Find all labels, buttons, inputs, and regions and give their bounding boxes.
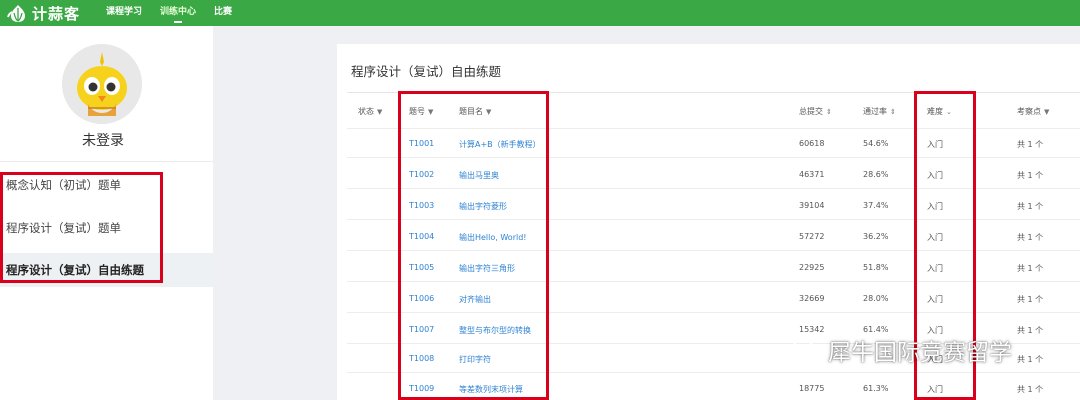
difficulty-value: 入门 <box>927 264 943 273</box>
pass-rate-value: 28.0% <box>863 294 889 303</box>
points-value[interactable]: 共 1 个 <box>1017 139 1043 150</box>
submissions-value: 18775 <box>799 384 825 393</box>
difficulty-value: 入门 <box>927 202 943 211</box>
points-value[interactable]: 共 1 个 <box>1017 201 1043 212</box>
sidebar-item-program-list[interactable]: 程序设计（复试）题单 <box>0 211 213 245</box>
problem-name-link[interactable]: 输出马里奥 <box>459 170 499 181</box>
title-divider <box>347 92 1080 93</box>
row-divider <box>347 372 1080 373</box>
column-label: 通过率 <box>863 107 887 116</box>
caret-down-icon: ▼ <box>428 108 434 116</box>
sidebar: 未登录 概念认知（初试）题单 程序设计（复试）题单 程序设计（复试）自由练题 <box>0 26 213 400</box>
problem-id-link[interactable]: T1007 <box>409 325 434 334</box>
header-divider <box>347 128 1080 129</box>
watermark-text: 犀牛国际竞赛留学 <box>828 340 1012 366</box>
caret-down-icon: ▼ <box>486 108 492 116</box>
column-header-submissions[interactable]: 总提交 ⇕ <box>799 106 832 117</box>
pass-rate-value: 61.3% <box>863 384 889 393</box>
pass-rate-value: 28.6% <box>863 170 889 179</box>
column-header-name[interactable]: 题目名 ▼ <box>459 106 491 117</box>
submissions-value: 57272 <box>799 232 825 241</box>
pass-rate-value: 37.4% <box>863 201 889 210</box>
sidebar-divider <box>0 161 213 162</box>
sidebar-item-free-practice[interactable]: 程序设计（复试）自由练题 <box>0 253 213 287</box>
column-header-id[interactable]: 题号 ▼ <box>409 106 433 117</box>
sidebar-item-concept-list[interactable]: 概念认知（初试）题单 <box>0 168 213 202</box>
column-label: 题号 <box>409 107 425 116</box>
problem-name-link[interactable]: 对齐输出 <box>459 294 491 305</box>
column-header-status[interactable]: 状态 ▼ <box>358 106 382 117</box>
row-divider <box>347 188 1080 189</box>
problem-id-link[interactable]: T1002 <box>409 170 434 179</box>
sort-icon: ⇕ <box>890 108 896 116</box>
points-value[interactable]: 共 1 个 <box>1017 232 1043 243</box>
problem-name-link[interactable]: 输出字符三角形 <box>459 263 515 274</box>
problem-id-link[interactable]: T1005 <box>409 263 434 272</box>
problem-id-link[interactable]: T1009 <box>409 384 434 393</box>
column-header-points[interactable]: 考察点 ▼ <box>1017 106 1049 117</box>
points-value[interactable]: 共 1 个 <box>1017 294 1043 305</box>
nav-item-contest[interactable]: 比赛 <box>214 0 232 26</box>
caret-down-icon: ▼ <box>1044 108 1050 116</box>
main-nav: 课程学习 训练中心 比赛 <box>106 0 250 26</box>
problem-id-link[interactable]: T1003 <box>409 201 434 210</box>
submissions-value: 32669 <box>799 294 825 303</box>
submissions-value: 22925 <box>799 263 825 272</box>
problem-name-link[interactable]: 打印字符 <box>459 354 491 365</box>
top-nav-bar: 计蒜客 课程学习 训练中心 比赛 <box>0 0 1080 26</box>
problem-id-link[interactable]: T1008 <box>409 354 434 363</box>
points-value[interactable]: 共 1 个 <box>1017 325 1043 336</box>
problem-id-link[interactable]: T1006 <box>409 294 434 303</box>
problem-name-link[interactable]: 整型与布尔型的转换 <box>459 325 531 336</box>
difficulty-value: 入门 <box>927 385 943 394</box>
pass-rate-value: 54.6% <box>863 139 889 148</box>
problem-name-link[interactable]: 等差数列末项计算 <box>459 384 523 395</box>
avatar[interactable] <box>62 44 142 124</box>
logo[interactable]: 计蒜客 <box>6 3 80 24</box>
pass-rate-value: 51.8% <box>863 263 889 272</box>
problem-id-link[interactable]: T1001 <box>409 139 434 148</box>
caret-down-icon: ▼ <box>377 108 383 116</box>
points-value[interactable]: 共 1 个 <box>1017 384 1043 395</box>
row-divider <box>347 219 1080 220</box>
problem-name-link[interactable]: 计算A+B（新手教程） <box>459 139 541 150</box>
difficulty-value: 入门 <box>927 295 943 304</box>
difficulty-value: 入门 <box>927 140 943 149</box>
login-status[interactable]: 未登录 <box>0 130 206 150</box>
wechat-icon <box>792 339 822 361</box>
column-label: 题目名 <box>459 107 483 116</box>
difficulty-value: 入门 <box>927 233 943 242</box>
row-divider <box>347 157 1080 158</box>
points-value[interactable]: 共 1 个 <box>1017 170 1043 181</box>
column-header-pass-rate[interactable]: 通过率 ⇕ <box>863 106 896 117</box>
submissions-value: 39104 <box>799 201 825 210</box>
submissions-value: 46371 <box>799 170 825 179</box>
column-label: 难度 <box>927 107 943 116</box>
chevron-down-icon: ⌄ <box>946 108 952 116</box>
nav-item-courses[interactable]: 课程学习 <box>106 0 142 26</box>
row-divider <box>347 312 1080 313</box>
column-label: 总提交 <box>799 107 823 116</box>
sort-icon: ⇕ <box>826 108 832 116</box>
difficulty-value: 入门 <box>927 171 943 180</box>
row-divider <box>347 250 1080 251</box>
chick-avatar-icon <box>62 44 142 124</box>
pass-rate-value: 36.2% <box>863 232 889 241</box>
row-divider <box>347 281 1080 282</box>
problem-id-link[interactable]: T1004 <box>409 232 434 241</box>
logo-text: 计蒜客 <box>32 4 81 23</box>
problem-name-link[interactable]: 输出字符菱形 <box>459 201 507 212</box>
points-value[interactable]: 共 1 个 <box>1017 263 1043 274</box>
submissions-value: 60618 <box>799 139 825 148</box>
nav-item-training-center[interactable]: 训练中心 <box>160 0 196 26</box>
garlic-logo-icon <box>7 5 25 22</box>
column-label: 考察点 <box>1017 107 1041 116</box>
problem-name-link[interactable]: 输出Hello, World! <box>459 232 527 243</box>
page-title: 程序设计（复试）自由练题 <box>351 64 502 79</box>
points-value[interactable]: 共 1 个 <box>1017 354 1043 365</box>
watermark: 犀牛国际竞赛留学 <box>792 333 1012 367</box>
column-header-difficulty[interactable]: 难度 ⌄ <box>927 106 952 117</box>
column-label: 状态 <box>358 107 374 116</box>
